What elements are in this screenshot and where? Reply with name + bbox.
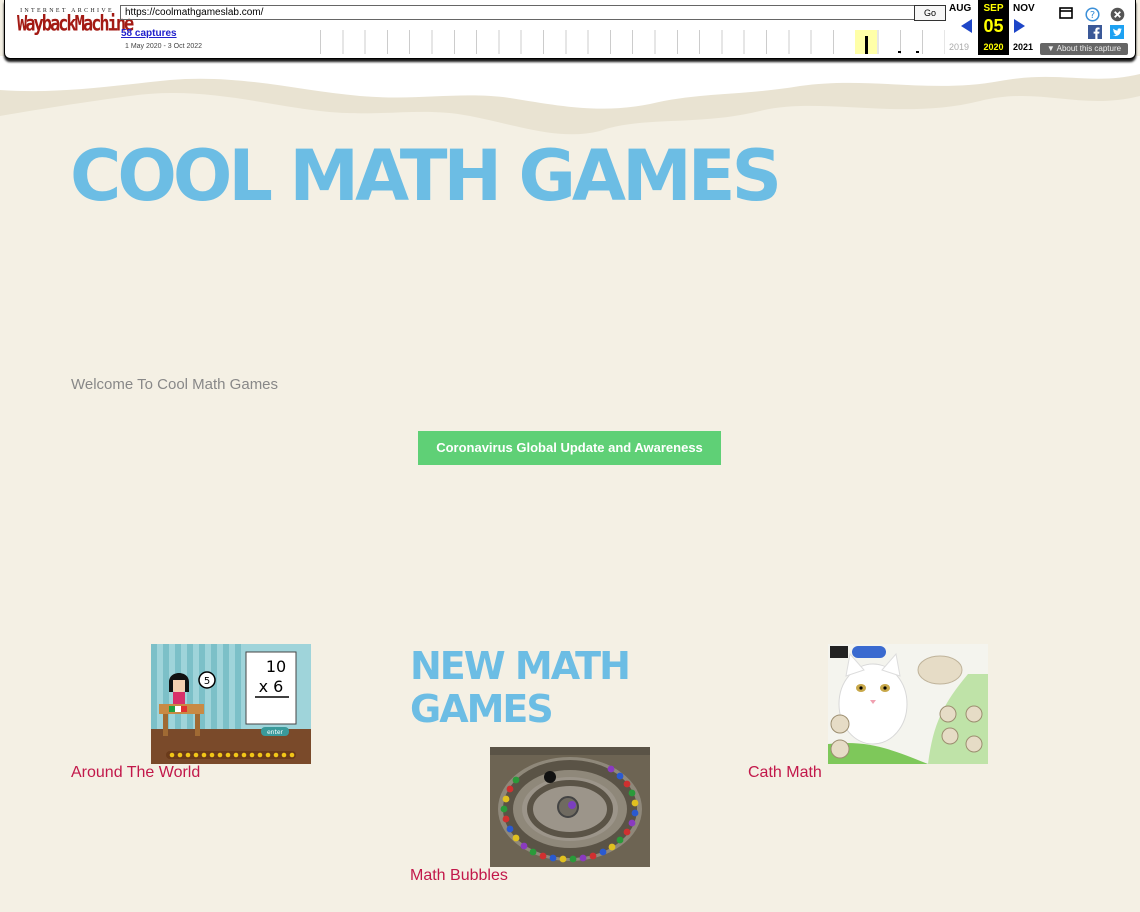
about-capture-dropdown[interactable]: ▼ About this capture	[1040, 43, 1128, 55]
about-capture-label: About this capture	[1056, 44, 1122, 53]
logo-wayback-text: WaybackMachine	[17, 11, 134, 37]
current-day: 05	[983, 16, 1004, 36]
next-month-link[interactable]: NOV	[1013, 3, 1035, 14]
url-input[interactable]: https://coolmathgameslab.com/	[120, 5, 915, 20]
current-year: 2020	[983, 42, 1004, 52]
twitter-icon[interactable]	[1110, 25, 1124, 39]
wayback-logo[interactable]: INTERNET ARCHIVE WaybackMachine	[17, 8, 134, 37]
sparkline-bar	[898, 51, 901, 53]
game-link-cath-math[interactable]: Cath Math	[748, 764, 822, 782]
window-icon[interactable]	[1059, 7, 1073, 21]
current-capture-date: SEP 05 2020	[978, 0, 1009, 55]
section-title: NEW MATH GAMES	[410, 644, 631, 731]
captures-link[interactable]: 58 captures	[121, 28, 177, 39]
game-link-around-the-world[interactable]: Around The World	[71, 764, 200, 782]
close-icon[interactable]	[1110, 7, 1125, 22]
capture-sparkline[interactable]	[320, 30, 945, 54]
prev-month-link[interactable]: AUG	[949, 3, 971, 14]
next-capture-arrow-icon[interactable]	[1014, 19, 1025, 33]
svg-text:enter: enter	[267, 729, 284, 736]
help-icon[interactable]: ?	[1085, 7, 1100, 22]
game-thumbnail-math-bubbles[interactable]	[490, 747, 650, 867]
prev-year-label: 2019	[949, 42, 970, 52]
svg-text:?: ?	[1090, 10, 1095, 21]
welcome-text: Welcome To Cool Math Games	[71, 376, 279, 393]
sparkline-bar	[865, 36, 868, 54]
next-year-link[interactable]: 2021	[1013, 42, 1033, 52]
prev-capture-arrow-icon[interactable]	[961, 19, 972, 33]
game-thumbnail-cath-math[interactable]	[828, 644, 988, 764]
svg-text:x 6: x 6	[259, 677, 284, 696]
chevron-down-icon: ▼	[1046, 44, 1055, 53]
capture-date-range: 1 May 2020 - 3 Oct 2022	[125, 43, 203, 50]
wave-decoration	[0, 56, 1140, 135]
svg-text:10: 10	[266, 657, 286, 676]
game-thumbnail-around-the-world[interactable]: 10 x 6 5 enter	[151, 644, 311, 764]
go-button[interactable]: Go	[914, 5, 946, 21]
coronavirus-update-button[interactable]: Coronavirus Global Update and Awareness	[418, 431, 721, 465]
site-title: COOL MATH GAMES	[70, 135, 782, 217]
game-link-math-bubbles[interactable]: Math Bubbles	[410, 867, 508, 885]
facebook-icon[interactable]	[1088, 25, 1102, 39]
current-month: SEP	[983, 3, 1004, 14]
wayback-toolbar: INTERNET ARCHIVE WaybackMachine https://…	[4, 0, 1136, 59]
sparkline-bar	[916, 51, 919, 53]
svg-text:5: 5	[204, 676, 210, 687]
